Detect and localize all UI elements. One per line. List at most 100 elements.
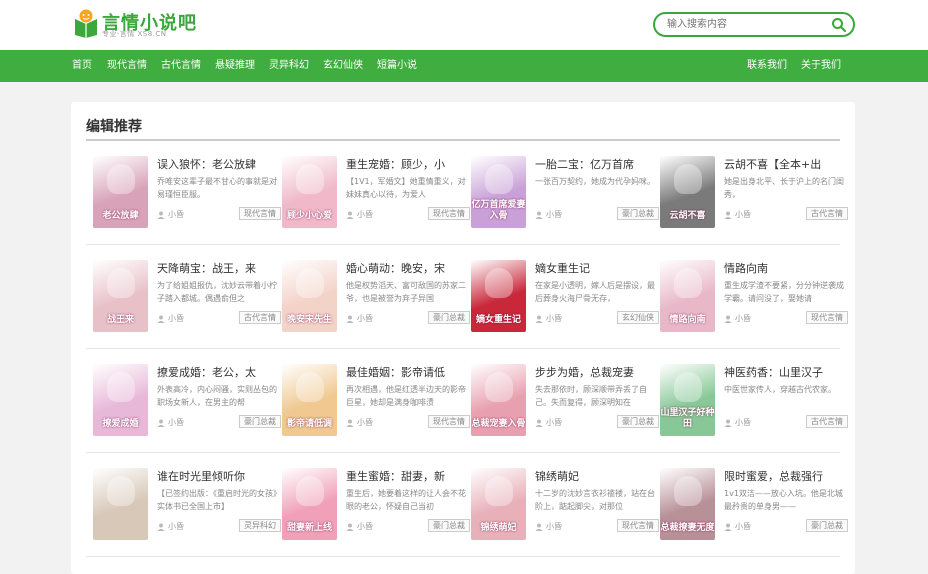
book-card[interactable]: 撩爱成婚 撩爱成婚：老公，太 外表高冷，内心闷骚，实则丛包的职场女新人，在男主的帮小…	[93, 364, 281, 446]
genre-tag[interactable]: 现代言情	[428, 207, 470, 220]
book-title[interactable]: 谁在时光里倾听你	[157, 468, 277, 484]
book-title[interactable]: 云胡不喜【全本+出	[724, 156, 844, 172]
user-icon	[157, 523, 165, 531]
nav-item-about[interactable]: 关于我们	[801, 50, 841, 82]
book-title[interactable]: 天降萌宝：战王，来	[157, 260, 277, 276]
book-cover[interactable]: 老公放肆	[93, 156, 148, 228]
book-title[interactable]: 最佳婚姻：影帝请低	[346, 364, 466, 380]
book-cover[interactable]: 甜妻新上线	[282, 468, 337, 540]
nav-item-scifi[interactable]: 灵异科幻	[269, 50, 309, 82]
user-icon	[724, 315, 732, 323]
book-title[interactable]: 限时蜜爱，总裁强行	[724, 468, 844, 484]
book-author: 小昏	[168, 418, 184, 427]
book-cover[interactable]: 总裁宠妻入骨	[471, 364, 526, 436]
book-cover[interactable]: 锦绣萌妃	[471, 468, 526, 540]
book-cover[interactable]: 情路向南	[660, 260, 715, 332]
cover-title-text: 撩爱成婚	[102, 419, 139, 429]
book-title[interactable]: 步步为婚，总裁宠妻	[535, 364, 655, 380]
genre-tag[interactable]: 古代言情	[806, 415, 848, 428]
book-card[interactable]: 影帝请低调 最佳婚姻：影帝请低 再次相遇，他是红透半边天的影帝巨星，她却是满身咖啡渍…	[282, 364, 470, 446]
book-title[interactable]: 误入狼怀：老公放肆	[157, 156, 277, 172]
nav-item-home[interactable]: 首页	[72, 50, 92, 82]
book-card[interactable]: 甜妻新上线 重生蜜婚：甜妻，新 重生后，她要着这样的让人会不花眼的老公，怀疑自己当初…	[282, 468, 470, 550]
user-icon	[535, 211, 543, 219]
genre-tag[interactable]: 现代言情	[428, 415, 470, 428]
cover-title-text: 亿万首席爱妻入骨	[471, 200, 526, 221]
book-author: 小昏	[546, 314, 562, 323]
book-title[interactable]: 神医药香：山里汉子	[724, 364, 844, 380]
cover-title-text: 总裁宠妻入骨	[471, 419, 526, 429]
book-title[interactable]: 撩爱成婚：老公，太	[157, 364, 277, 380]
cover-figure	[296, 476, 324, 506]
nav-item-modern-romance[interactable]: 现代言情	[107, 50, 147, 82]
top-header: 言情小说吧 专业·言情 XS8.CN	[0, 0, 928, 50]
genre-tag[interactable]: 现代言情	[617, 519, 659, 532]
book-cover[interactable]: 晚安宋先生	[282, 260, 337, 332]
book-card[interactable]: 顾少小心爱 重生宠婚：顾少，小 【1V1，军婚文】她重情重义，对妹妹真心以待，为爱人…	[282, 156, 470, 238]
book-cover[interactable]: 撩爱成婚	[93, 364, 148, 436]
book-title[interactable]: 婚心萌动：晚安，宋	[346, 260, 466, 276]
book-cover[interactable]: 影帝请低调	[282, 364, 337, 436]
book-cover[interactable]: 顾少小心爱	[282, 156, 337, 228]
book-card[interactable]: 总裁撩妻无度 限时蜜爱，总裁强行 1v1双洁——放心入坑。他是北城最矜贵的单身男——…	[660, 468, 848, 550]
book-title[interactable]: 嫡女重生记	[535, 260, 655, 276]
genre-tag[interactable]: 古代言情	[806, 207, 848, 220]
genre-tag[interactable]: 豪门总裁	[428, 311, 470, 324]
cover-figure	[107, 476, 135, 506]
book-description: 失去那依时，顾深顺带弄丢了自己。失而复得，顾深明知在	[535, 385, 647, 407]
book-card[interactable]: 情路向南 情路向南 重生成学渣不要紧，分分钟逆袭成学霸。请问没了，娶她请 小昏 现代言情	[660, 260, 848, 342]
book-description: 重生成学渣不要紧，分分钟逆袭成学霸。请问没了，娶她请	[724, 281, 844, 303]
book-title[interactable]: 情路向南	[724, 260, 844, 276]
genre-tag[interactable]: 灵异科幻	[239, 519, 281, 532]
book-title[interactable]: 重生蜜婚：甜妻，新	[346, 468, 466, 484]
genre-tag[interactable]: 豪门总裁	[428, 519, 470, 532]
genre-tag[interactable]: 豪门总裁	[617, 415, 659, 428]
book-card[interactable]: 锦绣萌妃 锦绣萌妃 十二岁的沈妙言衣衫褴褛，站在台阶上，踮起脚尖，对那位 小昏 现代言情	[471, 468, 659, 550]
book-card[interactable]: 谁在时光里倾听你 【已签约出版：《重启时光的女孩》实体书已全国上市】 小昏 灵异科幻	[93, 468, 281, 550]
book-card[interactable]: 晚安宋先生 婚心萌动：晚安，宋 他是权势滔天、富可敌国的苏家二爷，也是被誉为弃子异国…	[282, 260, 470, 342]
book-description: 中医世家传人，穿越古代农家。	[724, 385, 836, 394]
book-description: 在家是小透明，嫁人后是摆设，最后葬身火海尸骨无存，	[535, 281, 655, 303]
book-card[interactable]: 嫡女重生记 嫡女重生记 在家是小透明，嫁人后是摆设，最后葬身火海尸骨无存， 小昏 玄幻仙…	[471, 260, 659, 342]
book-card[interactable]: 总裁宠妻入骨 步步为婚，总裁宠妻失去那依时，顾深顺带弄丢了自己。失而复得，顾深明知…	[471, 364, 659, 446]
nav-item-mystery[interactable]: 悬疑推理	[215, 50, 255, 82]
book-author: 小昏	[357, 418, 373, 427]
nav-item-contact[interactable]: 联系我们	[747, 50, 787, 82]
genre-tag[interactable]: 现代言情	[806, 311, 848, 324]
user-icon	[346, 211, 354, 219]
genre-tag[interactable]: 玄幻仙侠	[617, 311, 659, 324]
book-cover[interactable]	[93, 468, 148, 540]
user-icon	[724, 419, 732, 427]
book-card[interactable]: 战王来 天降萌宝：战王，来 为了给姐姐报仇，沈妙云带着小柠子踏入都城。偶遇俞但之 小昏…	[93, 260, 281, 342]
book-card[interactable]: 山里汉子好种田 神医药香：山里汉子 中医世家传人，穿越古代农家。 小昏 古代言情	[660, 364, 848, 446]
nav-item-short-stories[interactable]: 短篇小说	[377, 50, 417, 82]
book-description: 为了给姐姐报仇，沈妙云带着小柠子踏入都城。偶遇俞但之	[157, 281, 277, 303]
genre-tag[interactable]: 现代言情	[239, 207, 281, 220]
search-icon[interactable]	[831, 17, 847, 33]
cover-title-text: 锦绣萌妃	[480, 523, 517, 533]
logo-subtitle: 专业·言情 XS8.CN	[102, 30, 167, 38]
cover-figure	[296, 268, 324, 298]
book-cover[interactable]: 嫡女重生记	[471, 260, 526, 332]
book-card[interactable]: 老公放肆 误入狼怀：老公放肆 乔唯安这辈子最不甘心的事就是对易瑾恒臣服。 小昏 现代言情	[93, 156, 281, 238]
genre-tag[interactable]: 古代言情	[239, 311, 281, 324]
cover-figure	[107, 372, 135, 402]
genre-tag[interactable]: 豪门总裁	[617, 207, 659, 220]
book-title[interactable]: 重生宠婚：顾少，小	[346, 156, 466, 172]
book-cover[interactable]: 战王来	[93, 260, 148, 332]
book-title[interactable]: 锦绣萌妃	[535, 468, 655, 484]
book-cover[interactable]: 亿万首席爱妻入骨	[471, 156, 526, 228]
book-card[interactable]: 云胡不喜 云胡不喜【全本+出 她是出身北平、长于沪上的名门闺秀， 小昏 古代言情	[660, 156, 848, 238]
cover-figure	[674, 164, 702, 194]
book-cover[interactable]: 山里汉子好种田	[660, 364, 715, 436]
book-cover[interactable]: 总裁撩妻无度	[660, 468, 715, 540]
nav-item-fantasy[interactable]: 玄幻仙侠	[323, 50, 363, 82]
book-cover[interactable]: 云胡不喜	[660, 156, 715, 228]
search-input[interactable]	[667, 17, 827, 32]
book-title[interactable]: 一胎二宝：亿万首席	[535, 156, 655, 172]
genre-tag[interactable]: 豪门总裁	[806, 519, 848, 532]
genre-tag[interactable]: 豪门总裁	[239, 415, 281, 428]
site-logo[interactable]: 言情小说吧 专业·言情 XS8.CN	[72, 7, 196, 41]
book-card[interactable]: 亿万首席爱妻入骨 一胎二宝：亿万首席 一张百万契约，她成为代孕妈咪。 小昏 豪门总裁	[471, 156, 659, 238]
nav-item-ancient-romance[interactable]: 古代言情	[161, 50, 201, 82]
